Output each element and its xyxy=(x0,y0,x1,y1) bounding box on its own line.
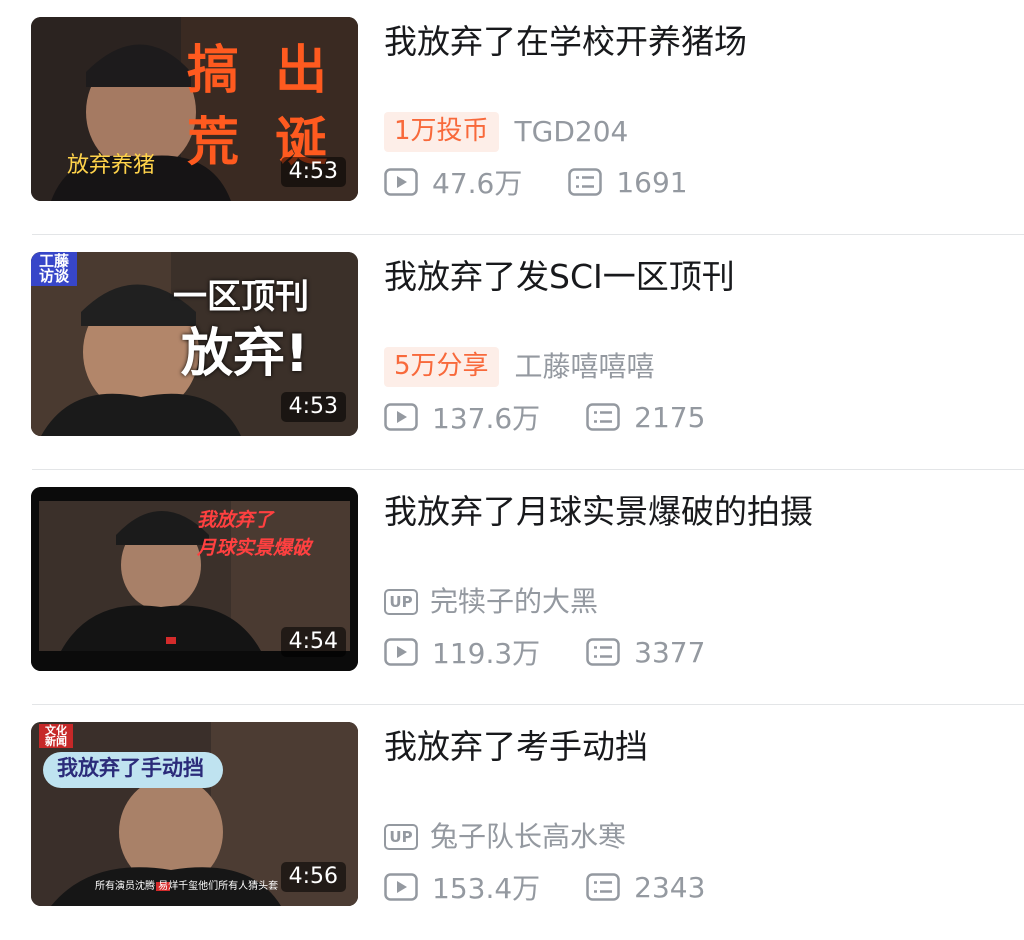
uploader-name[interactable]: 工藤嘻嘻嘻 xyxy=(515,350,655,384)
video-card[interactable]: 文化新闻 我放弃了手动挡 所有演员沈腾 易烊千玺他们所有人猜头套 4:56 我放… xyxy=(0,705,1024,940)
thumbnail-overlay-text: 搞 xyxy=(187,41,240,101)
thumbnail-overlay-text: 月球实景爆破 xyxy=(197,537,312,559)
thumbnail-overlay-text: 出 xyxy=(275,41,328,101)
danmaku-count: 2175 xyxy=(586,401,705,434)
video-title[interactable]: 我放弃了考手动挡 xyxy=(384,727,648,767)
video-stats-row: 137.6万 2175 xyxy=(384,397,705,437)
play-count-icon xyxy=(384,403,418,431)
view-count: 47.6万 xyxy=(384,162,522,202)
view-count-value: 47.6万 xyxy=(432,167,523,200)
video-card[interactable]: 我放弃了 月球实景爆破 4:54 我放弃了月球实景爆破的拍摄 UP 完犊子的大黑… xyxy=(0,470,1024,705)
danmaku-icon xyxy=(568,168,603,196)
view-count: 119.3万 xyxy=(384,632,540,672)
danmaku-icon xyxy=(586,638,620,666)
video-card[interactable]: 搞 出 荒 诞 放弃养猪 4:53 我放弃了在学校开养猪场 1万投币 TGD20… xyxy=(0,0,1024,235)
video-duration: 4:56 xyxy=(280,861,346,892)
video-title[interactable]: 我放弃了月球实景爆破的拍摄 xyxy=(384,492,813,532)
uploader-tag-icon: UP xyxy=(384,589,418,615)
thumbnail-overlay-text: 我放弃了手动挡 xyxy=(57,756,204,780)
video-thumbnail[interactable]: 文化新闻 我放弃了手动挡 所有演员沈腾 易烊千玺他们所有人猜头套 4:56 xyxy=(31,722,358,906)
video-list: 搞 出 荒 诞 放弃养猪 4:53 我放弃了在学校开养猪场 1万投币 TGD20… xyxy=(0,0,1024,920)
thumbnail-overlay-text: 我放弃了 xyxy=(197,509,274,531)
view-count-value: 137.6万 xyxy=(432,402,541,435)
uploader-name[interactable]: 完犊子的大黑 xyxy=(430,585,598,619)
video-title[interactable]: 我放弃了发SCI一区顶刊 xyxy=(384,257,735,297)
play-count-icon xyxy=(384,873,418,901)
video-stats-row: 47.6万 1691 xyxy=(384,162,688,202)
video-meta-row: 5万分享 工藤嘻嘻嘻 xyxy=(384,347,655,387)
danmaku-count-value: 1691 xyxy=(616,165,688,199)
view-count: 153.4万 xyxy=(384,867,540,907)
danmaku-count: 1691 xyxy=(568,165,688,199)
thumbnail-corner-label: 文化新闻 xyxy=(39,724,73,748)
video-stats-row: 119.3万 3377 xyxy=(384,632,705,672)
video-duration: 4:54 xyxy=(280,626,346,657)
view-count-value: 119.3万 xyxy=(432,637,541,670)
play-count-icon xyxy=(384,638,418,666)
danmaku-count: 3377 xyxy=(586,636,705,669)
video-meta-row: UP 完犊子的大黑 xyxy=(384,582,598,622)
video-duration: 4:53 xyxy=(280,156,346,187)
thumbnail-subtitle: 所有演员沈腾 易烊千玺他们所有人猜头套 xyxy=(95,881,279,892)
thumbnail-corner-label: 工藤访谈 xyxy=(31,252,77,286)
stat-badge: 5万分享 xyxy=(384,347,499,387)
thumbnail-overlay-text: 荒 xyxy=(187,113,240,173)
video-stats-row: 153.4万 2343 xyxy=(384,867,705,907)
thumbnail-caption: 放弃养猪 xyxy=(67,153,156,178)
video-duration: 4:53 xyxy=(280,391,346,422)
uploader-name[interactable]: 兔子队长高水寒 xyxy=(430,820,626,854)
video-meta-row: UP 兔子队长高水寒 xyxy=(384,817,626,857)
danmaku-icon xyxy=(586,403,620,431)
video-thumbnail[interactable]: 工藤访谈 一区顶刊 放弃! 4:53 xyxy=(31,252,358,436)
danmaku-count: 2343 xyxy=(586,871,705,904)
video-thumbnail[interactable]: 搞 出 荒 诞 放弃养猪 4:53 xyxy=(31,17,358,201)
danmaku-count-value: 2175 xyxy=(634,400,706,434)
video-title[interactable]: 我放弃了在学校开养猪场 xyxy=(384,22,747,62)
video-thumbnail[interactable]: 我放弃了 月球实景爆破 4:54 xyxy=(31,487,358,671)
danmaku-icon xyxy=(586,873,620,901)
view-count: 137.6万 xyxy=(384,397,540,437)
stat-badge: 1万投币 xyxy=(384,112,499,152)
danmaku-count-value: 3377 xyxy=(634,635,706,669)
thumbnail-overlay-text: 放弃! xyxy=(181,324,309,384)
uploader-tag-icon: UP xyxy=(384,824,418,850)
thumbnail-overlay-text: 一区顶刊 xyxy=(173,277,309,317)
danmaku-count-value: 2343 xyxy=(634,870,706,904)
video-meta-row: 1万投币 TGD204 xyxy=(384,112,628,152)
uploader-name[interactable]: TGD204 xyxy=(515,115,629,149)
view-count-value: 153.4万 xyxy=(432,872,541,905)
play-count-icon xyxy=(384,168,418,196)
video-card[interactable]: 工藤访谈 一区顶刊 放弃! 4:53 我放弃了发SCI一区顶刊 5万分享 工藤嘻… xyxy=(0,235,1024,470)
